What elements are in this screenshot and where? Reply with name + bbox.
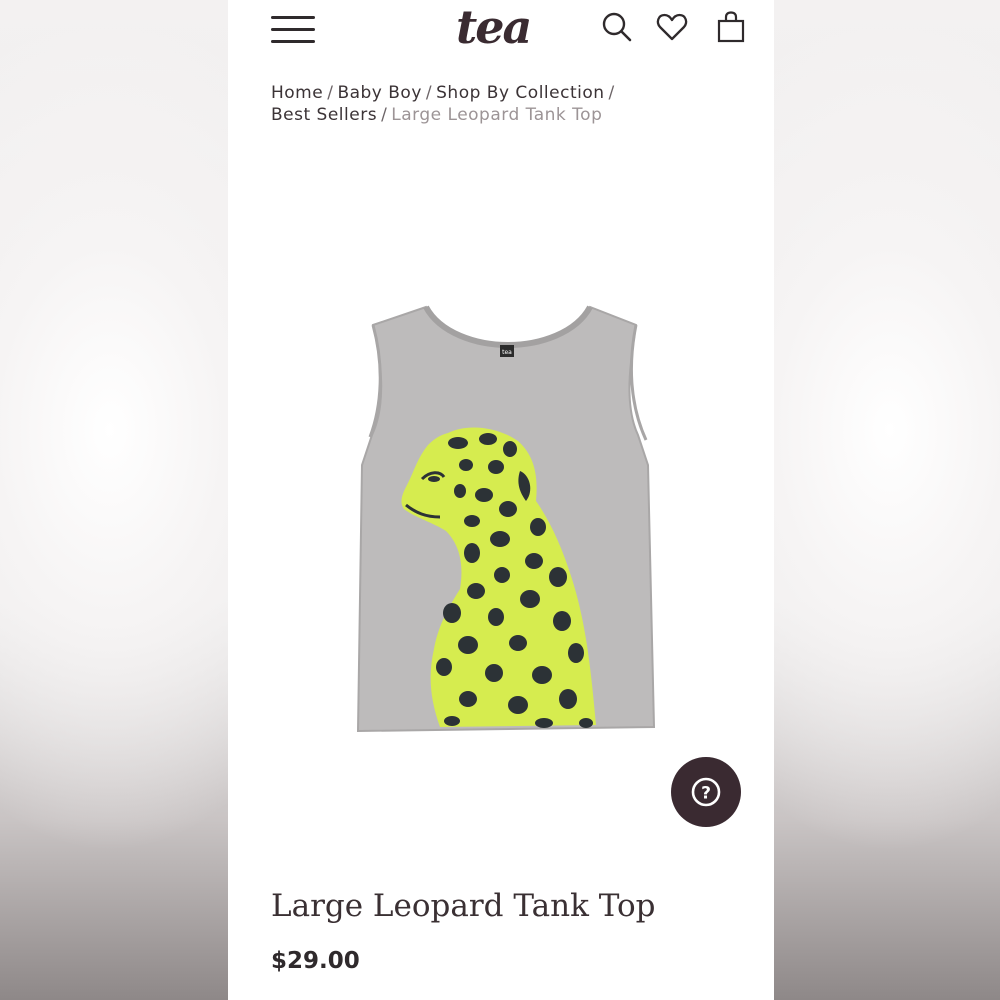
hamburger-menu-icon[interactable] bbox=[271, 14, 317, 46]
product-page: tea Home / Baby Boy / Shop By Collection / Bes… bbox=[228, 0, 774, 1000]
help-glyph: ? bbox=[701, 784, 711, 804]
heart-icon[interactable] bbox=[655, 10, 689, 44]
question-mark-icon: ? bbox=[691, 777, 721, 807]
leopard-tank-top-image[interactable]: tea bbox=[348, 295, 668, 740]
product-price: $29.00 bbox=[271, 948, 360, 974]
search-icon[interactable] bbox=[600, 10, 634, 44]
breadcrumb-separator: / bbox=[327, 83, 334, 103]
product-title: Large Leopard Tank Top bbox=[271, 888, 656, 924]
brand-tag-text: tea bbox=[502, 349, 512, 356]
breadcrumb-separator: / bbox=[381, 105, 388, 125]
breadcrumb-baby-boy-link[interactable]: Baby Boy bbox=[337, 83, 421, 103]
site-header: tea bbox=[228, 0, 774, 70]
breadcrumb-separator: / bbox=[608, 83, 615, 103]
brand-logo[interactable]: tea bbox=[456, 0, 532, 54]
breadcrumb-shop-by-collection-link[interactable]: Shop By Collection bbox=[436, 83, 604, 103]
breadcrumb-home-link[interactable]: Home bbox=[271, 83, 323, 103]
shopping-bag-icon[interactable] bbox=[714, 10, 748, 44]
help-button[interactable]: ? bbox=[671, 757, 741, 827]
breadcrumb-best-sellers-link[interactable]: Best Sellers bbox=[271, 105, 377, 125]
breadcrumb: Home / Baby Boy / Shop By Collection / Best Se… bbox=[271, 82, 691, 126]
breadcrumb-current-page: Large Leopard Tank Top bbox=[391, 105, 603, 125]
breadcrumb-separator: / bbox=[425, 83, 433, 103]
